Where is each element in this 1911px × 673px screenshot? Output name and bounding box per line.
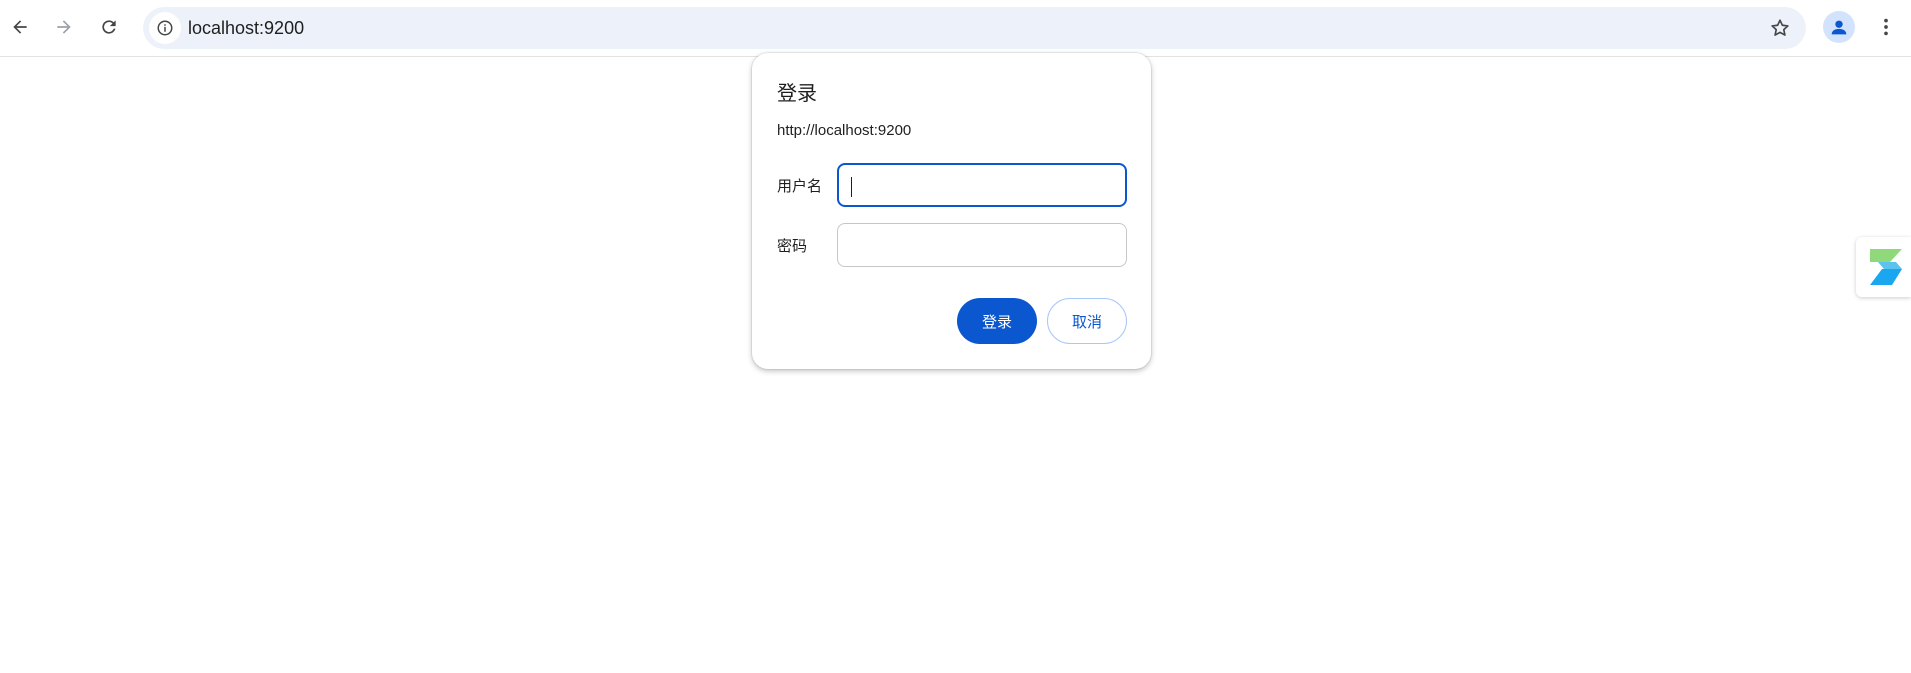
forward-button[interactable]	[46, 9, 82, 45]
side-extension-widget[interactable]	[1856, 237, 1911, 297]
forward-arrow-icon	[57, 20, 71, 34]
password-input[interactable]	[837, 223, 1127, 267]
reload-icon	[102, 20, 116, 34]
star-icon	[1771, 19, 1789, 36]
reload-button[interactable]	[91, 9, 127, 45]
url-text[interactable]: localhost:9200	[188, 7, 304, 49]
back-button[interactable]	[2, 9, 38, 45]
cancel-button[interactable]: 取消	[1047, 298, 1127, 344]
site-info-button[interactable]	[149, 12, 181, 44]
browser-toolbar: localhost:9200	[0, 0, 1911, 57]
info-icon	[157, 20, 173, 36]
username-label: 用户名	[777, 177, 823, 195]
dialog-origin: http://localhost:9200	[777, 122, 912, 139]
text-caret	[851, 177, 852, 197]
http-auth-dialog: 登录 http://localhost:9200 用户名 密码 登录 取消	[752, 53, 1151, 369]
username-input[interactable]	[837, 163, 1127, 207]
dialog-title: 登录	[777, 81, 817, 105]
address-bar[interactable]: localhost:9200	[143, 7, 1806, 49]
password-label: 密码	[777, 237, 808, 255]
kebab-menu-icon	[1884, 18, 1888, 36]
bookmark-button[interactable]	[1764, 12, 1796, 44]
profile-button[interactable]	[1823, 11, 1855, 43]
extension-chevron-icon	[1869, 249, 1902, 285]
back-arrow-icon	[13, 20, 27, 34]
login-button[interactable]: 登录	[957, 298, 1037, 344]
browser-menu-button[interactable]	[1870, 11, 1902, 43]
profile-icon	[1831, 20, 1847, 35]
